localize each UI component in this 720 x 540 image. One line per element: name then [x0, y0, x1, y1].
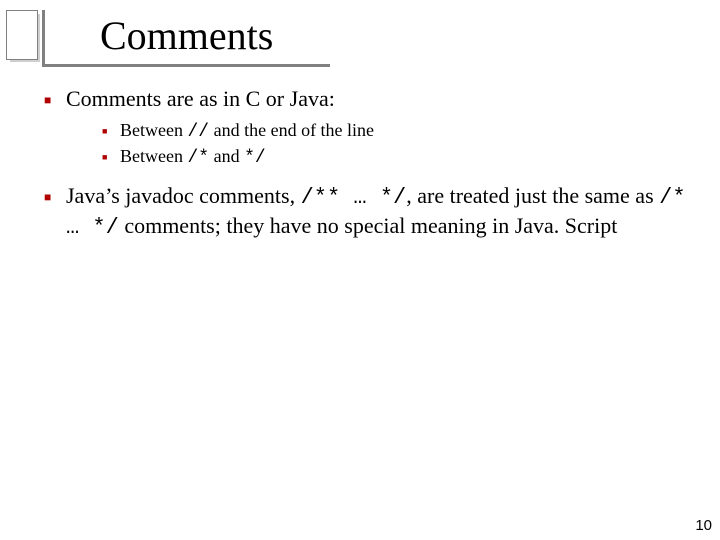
slide-title: Comments [100, 12, 273, 59]
sublist: ■Between // and the end of the line ■Bet… [102, 120, 690, 168]
square-bullet-icon: ■ [102, 126, 120, 136]
sub2-part-a: Between [120, 146, 187, 166]
title-rule-vertical [42, 10, 45, 67]
p2-part-c: comments; they have no special meaning i… [119, 213, 618, 238]
p2-part-a: Java’s javadoc comments, [66, 183, 301, 208]
bullet-level2-item: ■Between // and the end of the line [102, 120, 690, 142]
bullet-level2-item: ■Between /* and */ [102, 146, 690, 168]
page-number: 10 [695, 517, 712, 534]
slide: Comments ■Comments are as in C or Java: … [0, 0, 720, 540]
sub1-part-a: Between [120, 120, 187, 140]
p2-part-b: , are treated just the same as [406, 183, 659, 208]
body: ■Comments are as in C or Java: ■Between … [44, 86, 690, 241]
bullet1-text: Comments are as in C or Java: [66, 86, 335, 111]
square-bullet-icon: ■ [44, 93, 66, 108]
sub2-code1: /* [187, 148, 209, 168]
p2-code1: /** … */ [301, 185, 407, 210]
square-bullet-icon: ■ [44, 190, 66, 205]
sub1-part-b: and the end of the line [209, 120, 374, 140]
title-rule-horizontal [42, 64, 330, 67]
bullet-level1-item: ■Java’s javadoc comments, /** … */, are … [44, 182, 690, 241]
bullet-level1-item: ■Comments are as in C or Java: ■Between … [44, 86, 690, 168]
sub2-code2: */ [244, 148, 266, 168]
square-bullet-icon: ■ [102, 152, 120, 162]
title-block: Comments [0, 10, 720, 70]
title-white-box [6, 10, 38, 60]
sub1-code: // [187, 122, 209, 142]
sub2-mid: and [209, 146, 244, 166]
